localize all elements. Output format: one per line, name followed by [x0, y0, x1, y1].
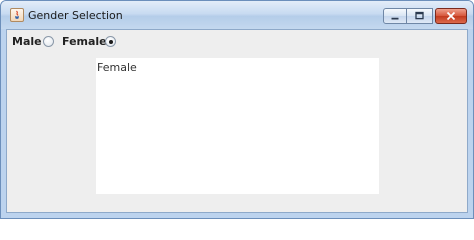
- app-window: Gender Selection Male Female Female: [0, 0, 474, 219]
- radio-selected-dot: [108, 39, 113, 44]
- output-text-area[interactable]: Female: [96, 58, 379, 194]
- title-bar[interactable]: Gender Selection: [1, 1, 473, 29]
- maximize-button[interactable]: [407, 8, 433, 24]
- window-title: Gender Selection: [28, 9, 123, 22]
- minimize-button[interactable]: [383, 8, 407, 24]
- close-button[interactable]: [435, 8, 467, 24]
- male-label: Male: [12, 35, 42, 48]
- java-app-icon: [10, 8, 24, 22]
- minimize-icon: [391, 17, 399, 20]
- close-icon: [446, 11, 456, 21]
- female-label: Female: [62, 35, 107, 48]
- female-radio[interactable]: [105, 36, 116, 47]
- maximize-icon: [415, 11, 424, 20]
- male-radio[interactable]: [43, 36, 54, 47]
- content-pane: Male Female Female: [6, 29, 468, 213]
